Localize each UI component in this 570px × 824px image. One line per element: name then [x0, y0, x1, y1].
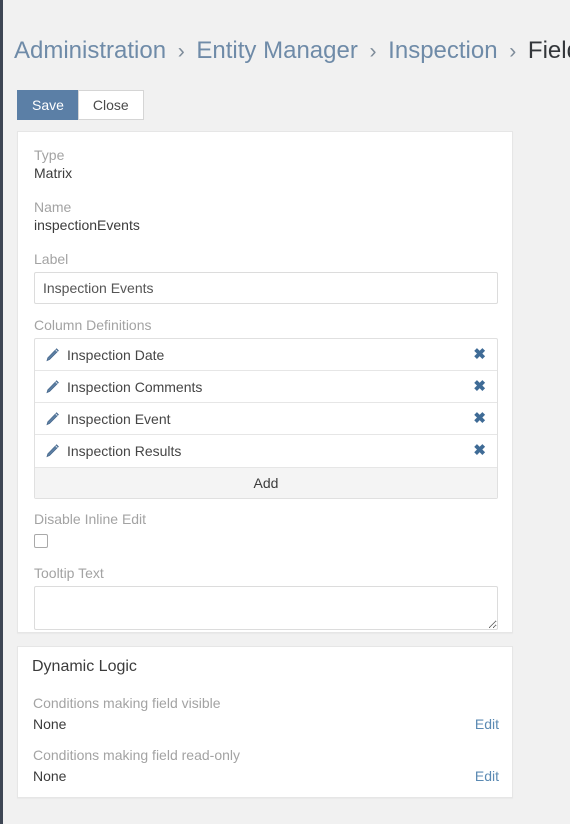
breadcrumb-separator-icon: › — [509, 40, 517, 63]
pencil-icon — [46, 347, 59, 361]
breadcrumb-item-entity-manager[interactable]: Entity Manager — [196, 37, 357, 64]
condition-visible-label: Conditions making field visible — [33, 695, 221, 711]
remove-column-icon[interactable]: ✖ — [472, 379, 487, 394]
condition-readonly-edit-link[interactable]: Edit — [475, 767, 499, 786]
disable-inline-edit-row: Disable Inline Edit — [34, 510, 146, 548]
pencil-icon — [46, 411, 59, 425]
list-item[interactable]: Inspection Date ✖ — [35, 339, 497, 371]
pencil-icon — [46, 379, 59, 393]
tooltip-text-label: Tooltip Text — [34, 565, 104, 581]
type-value: Matrix — [34, 165, 73, 181]
list-item[interactable]: Inspection Comments ✖ — [35, 371, 497, 403]
column-definition-name: Inspection Comments — [67, 378, 203, 395]
name-value: inspectionEvents — [34, 217, 140, 233]
column-definition-name: Inspection Date — [67, 346, 165, 363]
dynamic-logic-panel: Dynamic Logic Conditions making field vi… — [17, 646, 513, 798]
type-row: Type Matrix — [34, 146, 72, 183]
condition-readonly-value: None — [33, 768, 67, 784]
tooltip-text-textarea[interactable] — [34, 586, 498, 630]
breadcrumb-separator-icon: › — [369, 40, 377, 63]
pencil-icon — [46, 444, 59, 458]
list-item[interactable]: Inspection Event ✖ — [35, 403, 497, 435]
field-detail-panel: Type Matrix Name inspectionEvents Label … — [17, 131, 513, 633]
dynamic-logic-title: Dynamic Logic — [32, 658, 137, 675]
page-content: Administration › Entity Manager › Inspec… — [3, 0, 570, 824]
name-row: Name inspectionEvents — [34, 198, 140, 235]
disable-inline-edit-label: Disable Inline Edit — [34, 511, 147, 527]
label-field-label: Label — [34, 251, 69, 267]
breadcrumb-item-administration[interactable]: Administration — [14, 37, 166, 64]
close-button[interactable]: Close — [77, 90, 144, 120]
column-definitions-label: Column Definitions — [34, 317, 152, 333]
breadcrumb-item-inspection[interactable]: Inspection — [388, 37, 497, 64]
add-column-button[interactable]: Add — [35, 467, 497, 498]
condition-visible-edit-link[interactable]: Edit — [475, 715, 499, 734]
condition-readonly-label: Conditions making field read-only — [33, 747, 240, 763]
remove-column-icon[interactable]: ✖ — [472, 411, 487, 426]
label-row: Label — [34, 250, 498, 304]
condition-readonly-row: Conditions making field read-only None E… — [33, 746, 499, 786]
column-definitions-list: Inspection Date ✖ Inspection Comments ✖ — [34, 338, 498, 499]
label-input[interactable] — [34, 272, 498, 304]
column-definitions-row: Column Definitions Inspection Date ✖ Ins… — [34, 316, 498, 499]
save-button[interactable]: Save — [17, 90, 78, 120]
tooltip-text-row: Tooltip Text — [34, 564, 498, 630]
column-definition-name: Inspection Results — [67, 443, 182, 459]
list-item[interactable]: Inspection Results ✖ — [35, 435, 497, 467]
breadcrumb-item-fields: Fields — [527, 37, 570, 64]
condition-visible-row: Conditions making field visible None Edi… — [33, 694, 499, 734]
type-label: Type — [34, 147, 65, 163]
toolbar: Save Close — [17, 90, 144, 120]
remove-column-icon[interactable]: ✖ — [472, 443, 487, 458]
remove-column-icon[interactable]: ✖ — [472, 347, 487, 362]
condition-visible-value: None — [33, 716, 67, 732]
disable-inline-edit-checkbox[interactable] — [34, 534, 48, 548]
name-label: Name — [34, 199, 72, 215]
breadcrumb: Administration › Entity Manager › Inspec… — [14, 36, 570, 67]
breadcrumb-separator-icon: › — [177, 40, 185, 63]
column-definition-name: Inspection Event — [67, 410, 171, 427]
